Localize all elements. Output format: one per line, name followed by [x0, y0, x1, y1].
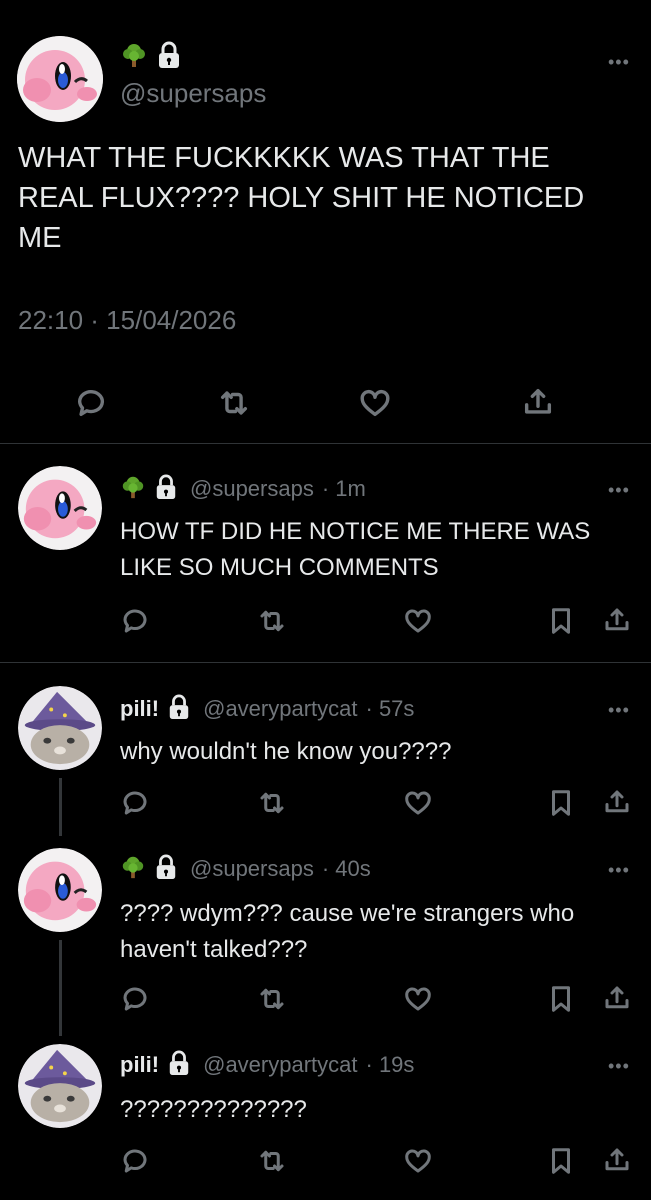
divider: [0, 662, 651, 663]
reply-handle[interactable]: @supersaps: [190, 476, 314, 502]
kirby-avatar-image: [17, 36, 103, 122]
cat-wizard-avatar-image: [18, 1044, 102, 1128]
reply-text-line: why wouldn't he know you????: [120, 738, 452, 765]
reply-display-name[interactable]: pili!: [120, 1052, 159, 1078]
like-icon[interactable]: [402, 984, 434, 1019]
cat-wizard-avatar-image: [18, 686, 102, 770]
main-text-line: WHAT THE FUCKKKKK WAS THAT THE: [18, 142, 550, 174]
more-options-icon[interactable]: •••: [608, 700, 630, 721]
retweet-icon[interactable]: [256, 984, 288, 1019]
retweet-icon[interactable]: [256, 788, 288, 823]
reply-header: @supersaps · 40s: [120, 854, 371, 884]
reply-icon[interactable]: [120, 788, 150, 823]
reply-handle[interactable]: @averypartycat: [203, 696, 357, 722]
avatar-supersaps[interactable]: [18, 466, 102, 550]
lock-icon: [167, 694, 191, 725]
main-tweet-text: WHAT THE FUCKKKKK WAS THAT THE REAL FLUX…: [18, 138, 638, 258]
reply-handle[interactable]: @supersaps: [190, 856, 314, 882]
tree-emoji-icon: [120, 854, 146, 885]
more-options-icon[interactable]: •••: [608, 52, 630, 73]
reply-time[interactable]: · 40s: [322, 856, 371, 882]
more-options-icon[interactable]: •••: [608, 1056, 630, 1077]
reply-header: pili! @averypartycat · 19s: [120, 1050, 414, 1080]
reply-text-line: LIKE SO MUCH COMMENTS: [120, 554, 439, 581]
reply-handle[interactable]: @averypartycat: [203, 1052, 357, 1078]
reply-time[interactable]: · 1m: [322, 476, 366, 502]
retweet-icon[interactable]: [256, 606, 288, 641]
share-icon[interactable]: [602, 1144, 632, 1181]
share-icon[interactable]: [602, 786, 632, 823]
reply-icon[interactable]: [120, 606, 150, 641]
main-timestamp[interactable]: 22:10 · 15/04/2026: [18, 305, 236, 336]
tree-emoji-icon: [120, 41, 148, 74]
share-icon[interactable]: [521, 384, 555, 425]
reply-icon[interactable]: [74, 386, 108, 425]
like-icon[interactable]: [402, 1146, 434, 1181]
reply-header: @supersaps · 1m: [120, 474, 366, 504]
bookmark-icon[interactable]: [548, 984, 574, 1019]
tree-emoji-icon: [120, 474, 146, 505]
reply-text-line: ??????????????: [120, 1096, 307, 1123]
like-icon[interactable]: [402, 606, 434, 641]
more-options-icon[interactable]: •••: [608, 860, 630, 881]
bookmark-icon[interactable]: [548, 606, 574, 641]
reply-time[interactable]: · 57s: [366, 696, 415, 722]
main-text-line: REAL FLUX???? HOLY SHIT HE NOTICED: [18, 182, 585, 214]
reply-text-line: haven't talked???: [120, 936, 308, 963]
divider: [0, 443, 651, 444]
lock-icon: [154, 854, 178, 885]
like-icon[interactable]: [357, 386, 393, 425]
reply-text: ???? wdym??? cause we're strangers who h…: [120, 896, 640, 968]
reply-display-name[interactable]: pili!: [120, 696, 159, 722]
reply-time[interactable]: · 19s: [366, 1052, 415, 1078]
thread-line: [59, 940, 62, 1036]
thread-line: [59, 778, 62, 836]
reply-icon[interactable]: [120, 1146, 150, 1181]
lock-icon: [156, 41, 182, 74]
main-badges: [120, 41, 182, 74]
reply-text-line: ???? wdym??? cause we're strangers who: [120, 900, 575, 927]
main-text-line: ME: [18, 222, 62, 254]
share-icon[interactable]: [602, 604, 632, 641]
avatar-supersaps[interactable]: [18, 848, 102, 932]
main-handle[interactable]: @supersaps: [120, 78, 266, 109]
avatar-averypartycat[interactable]: [18, 686, 102, 770]
kirby-avatar-image: [18, 848, 102, 932]
reply-text: HOW TF DID HE NOTICE ME THERE WAS LIKE S…: [120, 514, 640, 586]
reply-icon[interactable]: [120, 984, 150, 1019]
reply-text: why wouldn't he know you????: [120, 734, 640, 770]
bookmark-icon[interactable]: [548, 1146, 574, 1181]
share-icon[interactable]: [602, 982, 632, 1019]
reply-text: ??????????????: [120, 1092, 640, 1128]
retweet-icon[interactable]: [216, 386, 252, 425]
more-options-icon[interactable]: •••: [608, 480, 630, 501]
reply-header: pili! @averypartycat · 57s: [120, 694, 414, 724]
like-icon[interactable]: [402, 788, 434, 823]
reply-text-line: HOW TF DID HE NOTICE ME THERE WAS: [120, 518, 591, 545]
bookmark-icon[interactable]: [548, 788, 574, 823]
avatar-averypartycat[interactable]: [18, 1044, 102, 1128]
avatar-supersaps[interactable]: [17, 36, 103, 122]
retweet-icon[interactable]: [256, 1146, 288, 1181]
lock-icon: [154, 474, 178, 505]
lock-icon: [167, 1050, 191, 1081]
kirby-avatar-image: [18, 466, 102, 550]
